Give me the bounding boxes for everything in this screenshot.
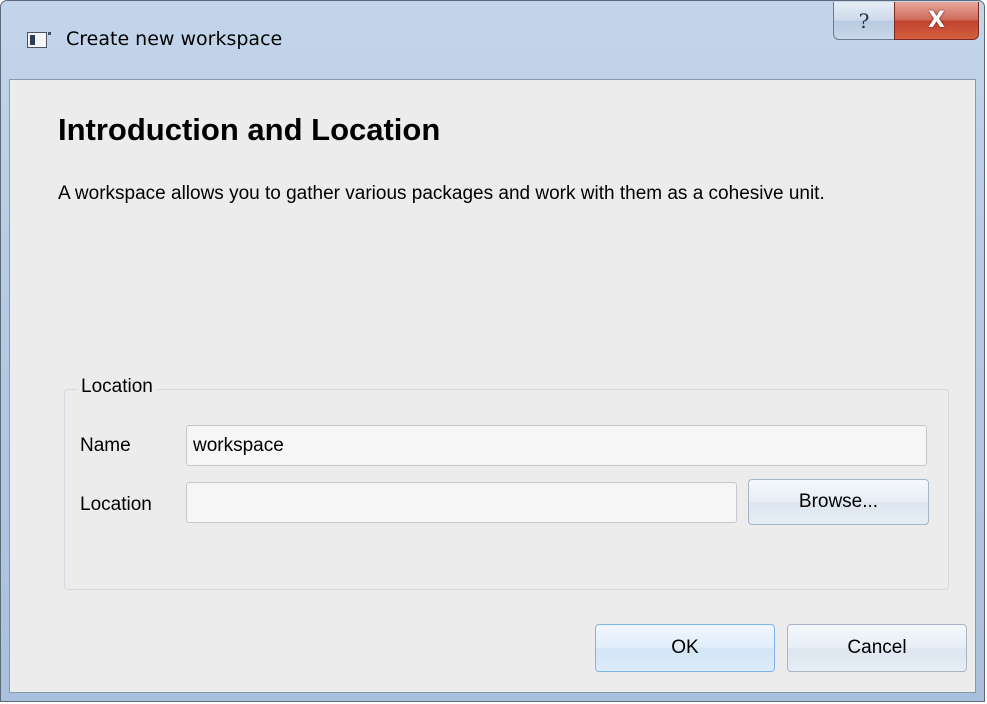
cancel-button[interactable]: Cancel bbox=[787, 624, 967, 672]
cancel-button-label: Cancel bbox=[847, 637, 907, 658]
location-group-title: Location bbox=[77, 376, 157, 398]
ok-button[interactable]: OK bbox=[595, 624, 775, 672]
dialog-window: Create new workspace ? X Introduction an… bbox=[0, 0, 985, 702]
ok-button-label: OK bbox=[671, 637, 699, 658]
location-label: Location bbox=[80, 494, 152, 515]
close-button[interactable]: X bbox=[894, 2, 979, 40]
browse-button-label: Browse... bbox=[798, 491, 879, 512]
page-description: A workspace allows you to gather various… bbox=[58, 183, 825, 204]
browse-button[interactable]: Browse... bbox=[748, 479, 929, 525]
close-icon: X bbox=[928, 8, 945, 33]
window-title: Create new workspace bbox=[66, 28, 283, 50]
title-bar[interactable]: Create new workspace ? X bbox=[1, 1, 984, 79]
window-app-icon bbox=[27, 32, 51, 48]
dialog-content: Introduction and Location A workspace al… bbox=[9, 79, 976, 693]
help-button[interactable]: ? bbox=[833, 2, 895, 40]
name-label: Name bbox=[80, 435, 131, 456]
page-title: Introduction and Location bbox=[58, 112, 441, 147]
name-input[interactable] bbox=[186, 425, 927, 466]
location-input[interactable] bbox=[186, 482, 737, 523]
help-icon: ? bbox=[858, 8, 870, 33]
